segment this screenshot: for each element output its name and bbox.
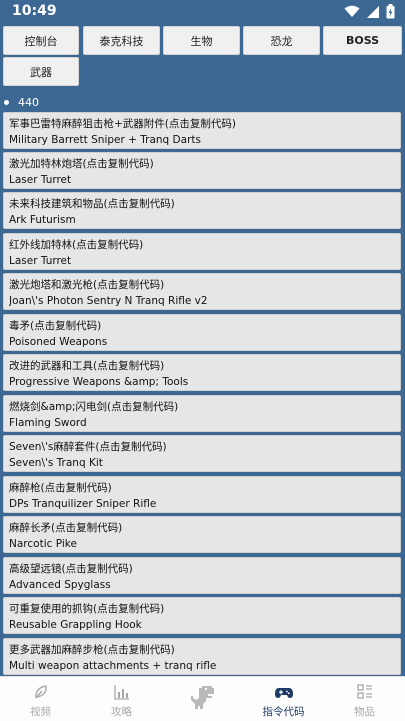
leaf-icon: [34, 685, 47, 699]
list-item[interactable]: 可重复使用的抓钩(点击复制代码) Reusable Grappling Hook: [3, 597, 401, 634]
list-item[interactable]: 激光加特林炮塔(点击复制代码) Laser Turret: [3, 152, 401, 189]
tab-boss[interactable]: BOSS: [323, 26, 402, 55]
tab-label: BOSS: [345, 34, 380, 47]
item-title: 麻醉枪(点击复制代码): [9, 482, 112, 494]
item-subtitle: Flaming Sword: [9, 417, 87, 429]
item-title: 高级望远镜(点击复制代码): [9, 563, 133, 575]
item-subtitle: DPs Tranquilizer Sniper Rifle: [9, 498, 157, 510]
status-icons: [344, 4, 395, 19]
result-count: 440: [0, 94, 39, 110]
tab-weapons[interactable]: 武器: [3, 57, 79, 86]
item-subtitle: Ark Futurism: [9, 214, 76, 226]
list-item[interactable]: 改进的武器和工具(点击复制代码) Progressive Weapons &am…: [3, 354, 401, 391]
nav-label: 指令代码: [262, 706, 305, 718]
tab-label: 武器: [30, 65, 52, 79]
item-subtitle: Advanced Spyglass: [9, 579, 111, 591]
grid-list-icon: [356, 684, 372, 699]
list-item[interactable]: Seven\'s麻醉套件(点击复制代码) Seven\'s Tranq Kit: [3, 435, 401, 472]
item-title: 燃烧剑&amp;闪电剑(点击复制代码): [9, 401, 179, 413]
list-item[interactable]: 麻醉长矛(点击复制代码) Narcotic Pike: [3, 516, 401, 553]
dinosaur-icon: [190, 686, 214, 709]
bullet-icon: [4, 99, 9, 105]
item-subtitle: Seven\'s Tranq Kit: [9, 457, 103, 469]
tab-label: 恐龙: [270, 34, 293, 48]
nav-label: 攻略: [111, 706, 132, 718]
item-title: 激光加特林炮塔(点击复制代码): [9, 158, 154, 170]
item-title: 麻醉长矛(点击复制代码): [9, 522, 123, 534]
bottom-nav: 视频 攻略 指令代码 物品: [0, 676, 405, 721]
list-item[interactable]: 毒矛(点击复制代码) Poisoned Weapons: [3, 314, 401, 351]
item-subtitle: Laser Turret: [9, 174, 72, 186]
item-title: 激光炮塔和激光枪(点击复制代码): [9, 279, 165, 291]
item-subtitle: Laser Turret: [9, 255, 72, 267]
item-title: 未来科技建筑和物品(点击复制代码): [9, 198, 175, 210]
nav-label: 物品: [354, 706, 375, 718]
list-item[interactable]: 红外线加特林(点击复制代码) Laser Turret: [3, 233, 401, 270]
list-item[interactable]: 高级望远镜(点击复制代码) Advanced Spyglass: [3, 557, 401, 594]
tab-label: 控制台: [24, 34, 58, 48]
tab-console[interactable]: 控制台: [3, 26, 79, 55]
result-count-value: 440: [18, 95, 39, 109]
tab-creatures[interactable]: 生物: [163, 26, 240, 55]
nav-video[interactable]: 视频: [0, 677, 81, 721]
item-title: Seven\'s麻醉套件(点击复制代码): [9, 441, 167, 453]
item-subtitle: Military Barrett Sniper + Tranq Darts: [9, 134, 201, 146]
item-subtitle: Poisoned Weapons: [9, 336, 108, 348]
command-list[interactable]: 军事巴雷特麻醉狙击枪+武器附件(点击复制代码) Military Barrett…: [3, 112, 403, 675]
nav-home[interactable]: [162, 677, 243, 721]
status-bar: 10:49: [0, 0, 405, 24]
nav-items[interactable]: 物品: [324, 677, 405, 721]
status-time: 10:49: [12, 3, 57, 19]
item-subtitle: Reusable Grappling Hook: [9, 619, 142, 631]
item-subtitle: Narcotic Pike: [9, 538, 77, 550]
signal-icon: [367, 5, 379, 18]
item-title: 更多武器加麻醉步枪(点击复制代码): [9, 644, 175, 656]
list-item[interactable]: 更多武器加麻醉步枪(点击复制代码) Multi weapon attachmen…: [3, 638, 401, 675]
item-title: 红外线加特林(点击复制代码): [9, 239, 144, 251]
tab-label: 生物: [190, 34, 213, 48]
list-item[interactable]: 麻醉枪(点击复制代码) DPs Tranquilizer Sniper Rifl…: [3, 476, 401, 513]
wifi-icon: [344, 5, 360, 17]
item-title: 可重复使用的抓钩(点击复制代码): [9, 603, 165, 615]
battery-icon: [386, 4, 395, 19]
item-subtitle: Progressive Weapons &amp; Tools: [9, 376, 189, 388]
list-item[interactable]: 激光炮塔和激光枪(点击复制代码) Joan\'s Photon Sentry N…: [3, 273, 401, 310]
item-title: 毒矛(点击复制代码): [9, 320, 102, 332]
item-title: 改进的武器和工具(点击复制代码): [9, 360, 165, 372]
nav-label: 视频: [30, 706, 51, 718]
tab-label: 泰克科技: [99, 34, 144, 48]
list-item[interactable]: 未来科技建筑和物品(点击复制代码) Ark Futurism: [3, 192, 401, 229]
item-subtitle: Joan\'s Photon Sentry N Tranq Rifle v2: [9, 295, 208, 307]
bar-chart-icon: [113, 685, 129, 700]
nav-commands[interactable]: 指令代码: [243, 677, 324, 721]
gamepad-icon: [274, 688, 293, 698]
item-subtitle: Multi weapon attachments + tranq rifle: [9, 660, 217, 672]
item-title: 军事巴雷特麻醉狙击枪+武器附件(点击复制代码): [9, 118, 236, 130]
nav-guides[interactable]: 攻略: [81, 677, 162, 721]
list-item[interactable]: 燃烧剑&amp;闪电剑(点击复制代码) Flaming Sword: [3, 395, 401, 432]
category-tabs: 控制台 泰克科技 生物 恐龙 BOSS 武器: [0, 24, 405, 90]
tab-dinosaurs[interactable]: 恐龙: [243, 26, 320, 55]
list-item[interactable]: 军事巴雷特麻醉狙击枪+武器附件(点击复制代码) Military Barrett…: [3, 112, 401, 149]
tab-tek[interactable]: 泰克科技: [83, 26, 160, 55]
